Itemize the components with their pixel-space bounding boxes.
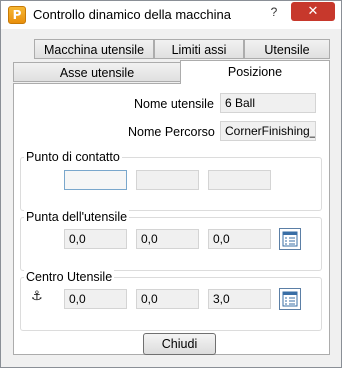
contact-point-title: Punto di contatto	[24, 150, 122, 164]
tab-panel-posizione: Nome utensile 6 Ball Nome Percorso Corne…	[13, 83, 330, 355]
list-edit-icon-graphic	[282, 231, 298, 247]
tool-center-z-field[interactable]: 3,0	[208, 289, 271, 309]
tool-center-title: Centro Utensile	[24, 270, 115, 284]
help-button[interactable]: ?	[263, 3, 285, 21]
tab-macchina-utensile[interactable]: Macchina utensile	[34, 39, 154, 59]
tool-name-label: Nome utensile	[134, 97, 214, 111]
tool-center-y-field[interactable]: 0,0	[136, 289, 199, 309]
close-button[interactable]: Chiudi	[143, 333, 216, 355]
window-title: Controllo dinamico della macchina	[33, 7, 231, 22]
anchor-icon: ⚓	[31, 289, 43, 304]
toolpath-name-field[interactable]: CornerFinishing_	[220, 121, 316, 141]
dialog-client-area: Macchina utensile Limiti assi Utensile A…	[8, 31, 335, 360]
tab-utensile[interactable]: Utensile	[244, 39, 330, 59]
tab-posizione[interactable]: Posizione	[180, 60, 330, 84]
tab-asse-utensile[interactable]: Asse utensile	[13, 62, 181, 82]
contact-point-y-field[interactable]	[136, 170, 199, 190]
close-window-button[interactable]: ✕	[291, 2, 335, 21]
contact-point-z-field[interactable]	[208, 170, 271, 190]
tool-tip-z-field[interactable]: 0,0	[208, 229, 271, 249]
contact-point-x-field[interactable]	[64, 170, 127, 190]
tool-tip-title: Punta dell'utensile	[24, 210, 130, 224]
app-icon: P	[8, 6, 26, 24]
tool-tip-x-field[interactable]: 0,0	[64, 229, 127, 249]
toolpath-name-label: Nome Percorso	[128, 125, 215, 139]
dialog-window: P Controllo dinamico della macchina ? ✕ …	[0, 0, 342, 368]
tool-center-x-field[interactable]: 0,0	[64, 289, 127, 309]
app-icon-letter: P	[12, 8, 22, 22]
tool-tip-y-field[interactable]: 0,0	[136, 229, 199, 249]
tab-limiti-assi[interactable]: Limiti assi	[154, 39, 244, 59]
tool-name-field[interactable]: 6 Ball	[220, 93, 316, 113]
list-edit-icon-graphic	[282, 291, 298, 307]
list-edit-icon[interactable]	[279, 228, 301, 250]
list-edit-icon[interactable]	[279, 288, 301, 310]
title-bar[interactable]: P Controllo dinamico della macchina ? ✕	[1, 1, 341, 29]
